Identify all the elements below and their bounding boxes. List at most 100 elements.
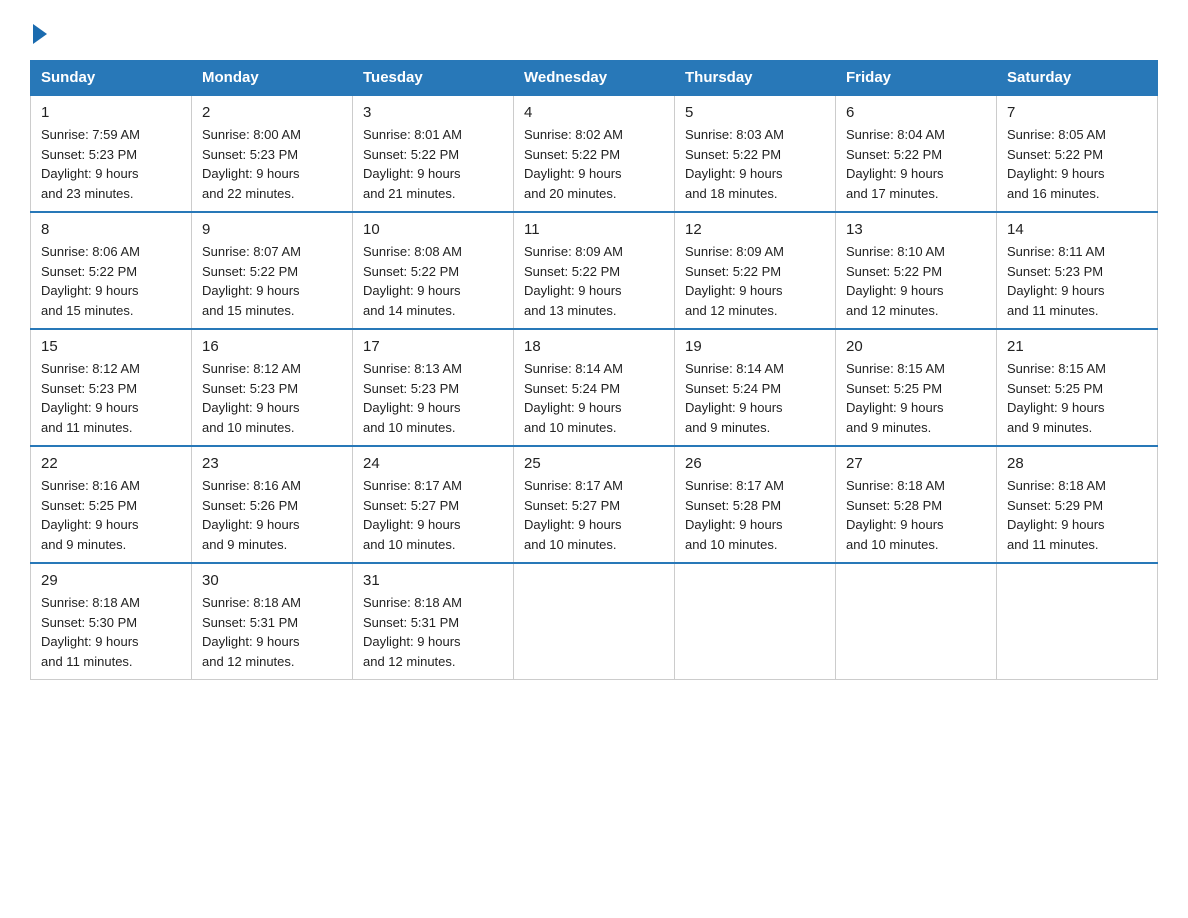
day-info: Sunrise: 8:08 AMSunset: 5:22 PMDaylight:… <box>363 242 503 320</box>
day-number: 8 <box>41 221 181 238</box>
page-header <box>30 20 1158 44</box>
calendar-cell: 6 Sunrise: 8:04 AMSunset: 5:22 PMDaylight… <box>836 95 997 212</box>
calendar-cell: 10 Sunrise: 8:08 AMSunset: 5:22 PMDayligh… <box>353 212 514 329</box>
day-info: Sunrise: 8:09 AMSunset: 5:22 PMDaylight:… <box>524 242 664 320</box>
day-number: 2 <box>202 104 342 121</box>
calendar-cell: 31Sunrise: 8:18 AMSunset: 5:31 PMDayligh… <box>353 563 514 680</box>
day-number: 3 <box>363 104 503 121</box>
calendar-cell: 29 Sunrise: 8:18 AMSunset: 5:30 PMDayligh… <box>31 563 192 680</box>
day-info: Sunrise: 8:13 AMSunset: 5:23 PMDaylight:… <box>363 359 503 437</box>
day-info: Sunrise: 8:18 AMSunset: 5:29 PMDaylight:… <box>1007 476 1147 554</box>
calendar-cell: 1 Sunrise: 7:59 AMSunset: 5:23 PMDaylight… <box>31 95 192 212</box>
day-info: Sunrise: 8:17 AMSunset: 5:28 PMDaylight:… <box>685 476 825 554</box>
calendar-cell: 3 Sunrise: 8:01 AMSunset: 5:22 PMDaylight… <box>353 95 514 212</box>
day-number: 10 <box>363 221 503 238</box>
day-number: 6 <box>846 104 986 121</box>
day-number: 24 <box>363 455 503 472</box>
day-info: Sunrise: 8:18 AMSunset: 5:30 PMDaylight:… <box>41 593 181 671</box>
calendar-cell <box>675 563 836 680</box>
day-number: 26 <box>685 455 825 472</box>
day-info: Sunrise: 8:10 AMSunset: 5:22 PMDaylight:… <box>846 242 986 320</box>
calendar-cell: 20Sunrise: 8:15 AMSunset: 5:25 PMDayligh… <box>836 329 997 446</box>
day-info: Sunrise: 8:04 AMSunset: 5:22 PMDaylight:… <box>846 125 986 203</box>
calendar-cell: 16 Sunrise: 8:12 AMSunset: 5:23 PMDayligh… <box>192 329 353 446</box>
calendar-cell: 22Sunrise: 8:16 AMSunset: 5:25 PMDayligh… <box>31 446 192 563</box>
day-info: Sunrise: 8:15 AMSunset: 5:25 PMDaylight:… <box>1007 359 1147 437</box>
day-number: 30 <box>202 572 342 589</box>
day-number: 23 <box>202 455 342 472</box>
calendar-cell: 19 Sunrise: 8:14 AMSunset: 5:24 PMDayligh… <box>675 329 836 446</box>
header-friday: Friday <box>836 61 997 96</box>
day-info: Sunrise: 8:06 AMSunset: 5:22 PMDaylight:… <box>41 242 181 320</box>
day-number: 27 <box>846 455 986 472</box>
day-number: 17 <box>363 338 503 355</box>
day-number: 19 <box>685 338 825 355</box>
calendar-cell: 11 Sunrise: 8:09 AMSunset: 5:22 PMDayligh… <box>514 212 675 329</box>
calendar-cell: 13 Sunrise: 8:10 AMSunset: 5:22 PMDayligh… <box>836 212 997 329</box>
day-number: 1 <box>41 104 181 121</box>
calendar-cell <box>514 563 675 680</box>
day-number: 21 <box>1007 338 1147 355</box>
day-number: 13 <box>846 221 986 238</box>
day-info: Sunrise: 8:18 AMSunset: 5:31 PMDaylight:… <box>363 593 503 671</box>
calendar-cell <box>836 563 997 680</box>
calendar-cell: 17 Sunrise: 8:13 AMSunset: 5:23 PMDayligh… <box>353 329 514 446</box>
day-info: Sunrise: 8:18 AMSunset: 5:28 PMDaylight:… <box>846 476 986 554</box>
day-number: 5 <box>685 104 825 121</box>
header-saturday: Saturday <box>997 61 1158 96</box>
day-number: 16 <box>202 338 342 355</box>
day-info: Sunrise: 8:17 AMSunset: 5:27 PMDaylight:… <box>524 476 664 554</box>
calendar-cell: 25 Sunrise: 8:17 AMSunset: 5:27 PMDayligh… <box>514 446 675 563</box>
calendar-week-row: 8 Sunrise: 8:06 AMSunset: 5:22 PMDaylight… <box>31 212 1158 329</box>
day-info: Sunrise: 8:16 AMSunset: 5:26 PMDaylight:… <box>202 476 342 554</box>
day-info: Sunrise: 8:18 AMSunset: 5:31 PMDaylight:… <box>202 593 342 671</box>
calendar-cell: 26 Sunrise: 8:17 AMSunset: 5:28 PMDayligh… <box>675 446 836 563</box>
day-number: 12 <box>685 221 825 238</box>
calendar-cell: 4Sunrise: 8:02 AMSunset: 5:22 PMDaylight… <box>514 95 675 212</box>
day-info: Sunrise: 8:07 AMSunset: 5:22 PMDaylight:… <box>202 242 342 320</box>
day-number: 25 <box>524 455 664 472</box>
header-sunday: Sunday <box>31 61 192 96</box>
calendar-header-row: SundayMondayTuesdayWednesdayThursdayFrid… <box>31 61 1158 96</box>
day-info: Sunrise: 7:59 AMSunset: 5:23 PMDaylight:… <box>41 125 181 203</box>
calendar-cell: 23 Sunrise: 8:16 AMSunset: 5:26 PMDayligh… <box>192 446 353 563</box>
day-info: Sunrise: 8:17 AMSunset: 5:27 PMDaylight:… <box>363 476 503 554</box>
day-info: Sunrise: 8:09 AMSunset: 5:22 PMDaylight:… <box>685 242 825 320</box>
header-monday: Monday <box>192 61 353 96</box>
calendar-cell: 14 Sunrise: 8:11 AMSunset: 5:23 PMDayligh… <box>997 212 1158 329</box>
calendar-week-row: 15 Sunrise: 8:12 AMSunset: 5:23 PMDayligh… <box>31 329 1158 446</box>
calendar-cell: 21 Sunrise: 8:15 AMSunset: 5:25 PMDayligh… <box>997 329 1158 446</box>
day-number: 29 <box>41 572 181 589</box>
calendar-cell: 15 Sunrise: 8:12 AMSunset: 5:23 PMDayligh… <box>31 329 192 446</box>
logo <box>30 20 47 44</box>
calendar-cell: 24 Sunrise: 8:17 AMSunset: 5:27 PMDayligh… <box>353 446 514 563</box>
day-info: Sunrise: 8:14 AMSunset: 5:24 PMDaylight:… <box>685 359 825 437</box>
day-info: Sunrise: 8:02 AMSunset: 5:22 PMDaylight:… <box>524 125 664 203</box>
day-number: 14 <box>1007 221 1147 238</box>
header-tuesday: Tuesday <box>353 61 514 96</box>
day-number: 11 <box>524 221 664 238</box>
day-info: Sunrise: 8:11 AMSunset: 5:23 PMDaylight:… <box>1007 242 1147 320</box>
calendar-week-row: 22Sunrise: 8:16 AMSunset: 5:25 PMDayligh… <box>31 446 1158 563</box>
calendar-cell: 28 Sunrise: 8:18 AMSunset: 5:29 PMDayligh… <box>997 446 1158 563</box>
calendar-cell: 18 Sunrise: 8:14 AMSunset: 5:24 PMDayligh… <box>514 329 675 446</box>
header-thursday: Thursday <box>675 61 836 96</box>
day-number: 18 <box>524 338 664 355</box>
day-info: Sunrise: 8:00 AMSunset: 5:23 PMDaylight:… <box>202 125 342 203</box>
header-wednesday: Wednesday <box>514 61 675 96</box>
calendar-cell: 27 Sunrise: 8:18 AMSunset: 5:28 PMDayligh… <box>836 446 997 563</box>
calendar-cell: 5Sunrise: 8:03 AMSunset: 5:22 PMDaylight… <box>675 95 836 212</box>
day-info: Sunrise: 8:12 AMSunset: 5:23 PMDaylight:… <box>202 359 342 437</box>
calendar-cell: 30 Sunrise: 8:18 AMSunset: 5:31 PMDayligh… <box>192 563 353 680</box>
day-info: Sunrise: 8:01 AMSunset: 5:22 PMDaylight:… <box>363 125 503 203</box>
calendar-cell <box>997 563 1158 680</box>
day-info: Sunrise: 8:12 AMSunset: 5:23 PMDaylight:… <box>41 359 181 437</box>
calendar-cell: 7Sunrise: 8:05 AMSunset: 5:22 PMDaylight… <box>997 95 1158 212</box>
day-info: Sunrise: 8:14 AMSunset: 5:24 PMDaylight:… <box>524 359 664 437</box>
calendar-week-row: 1 Sunrise: 7:59 AMSunset: 5:23 PMDaylight… <box>31 95 1158 212</box>
calendar-cell: 9Sunrise: 8:07 AMSunset: 5:22 PMDaylight… <box>192 212 353 329</box>
logo-arrow-icon <box>33 24 47 44</box>
day-number: 28 <box>1007 455 1147 472</box>
day-number: 15 <box>41 338 181 355</box>
day-number: 7 <box>1007 104 1147 121</box>
